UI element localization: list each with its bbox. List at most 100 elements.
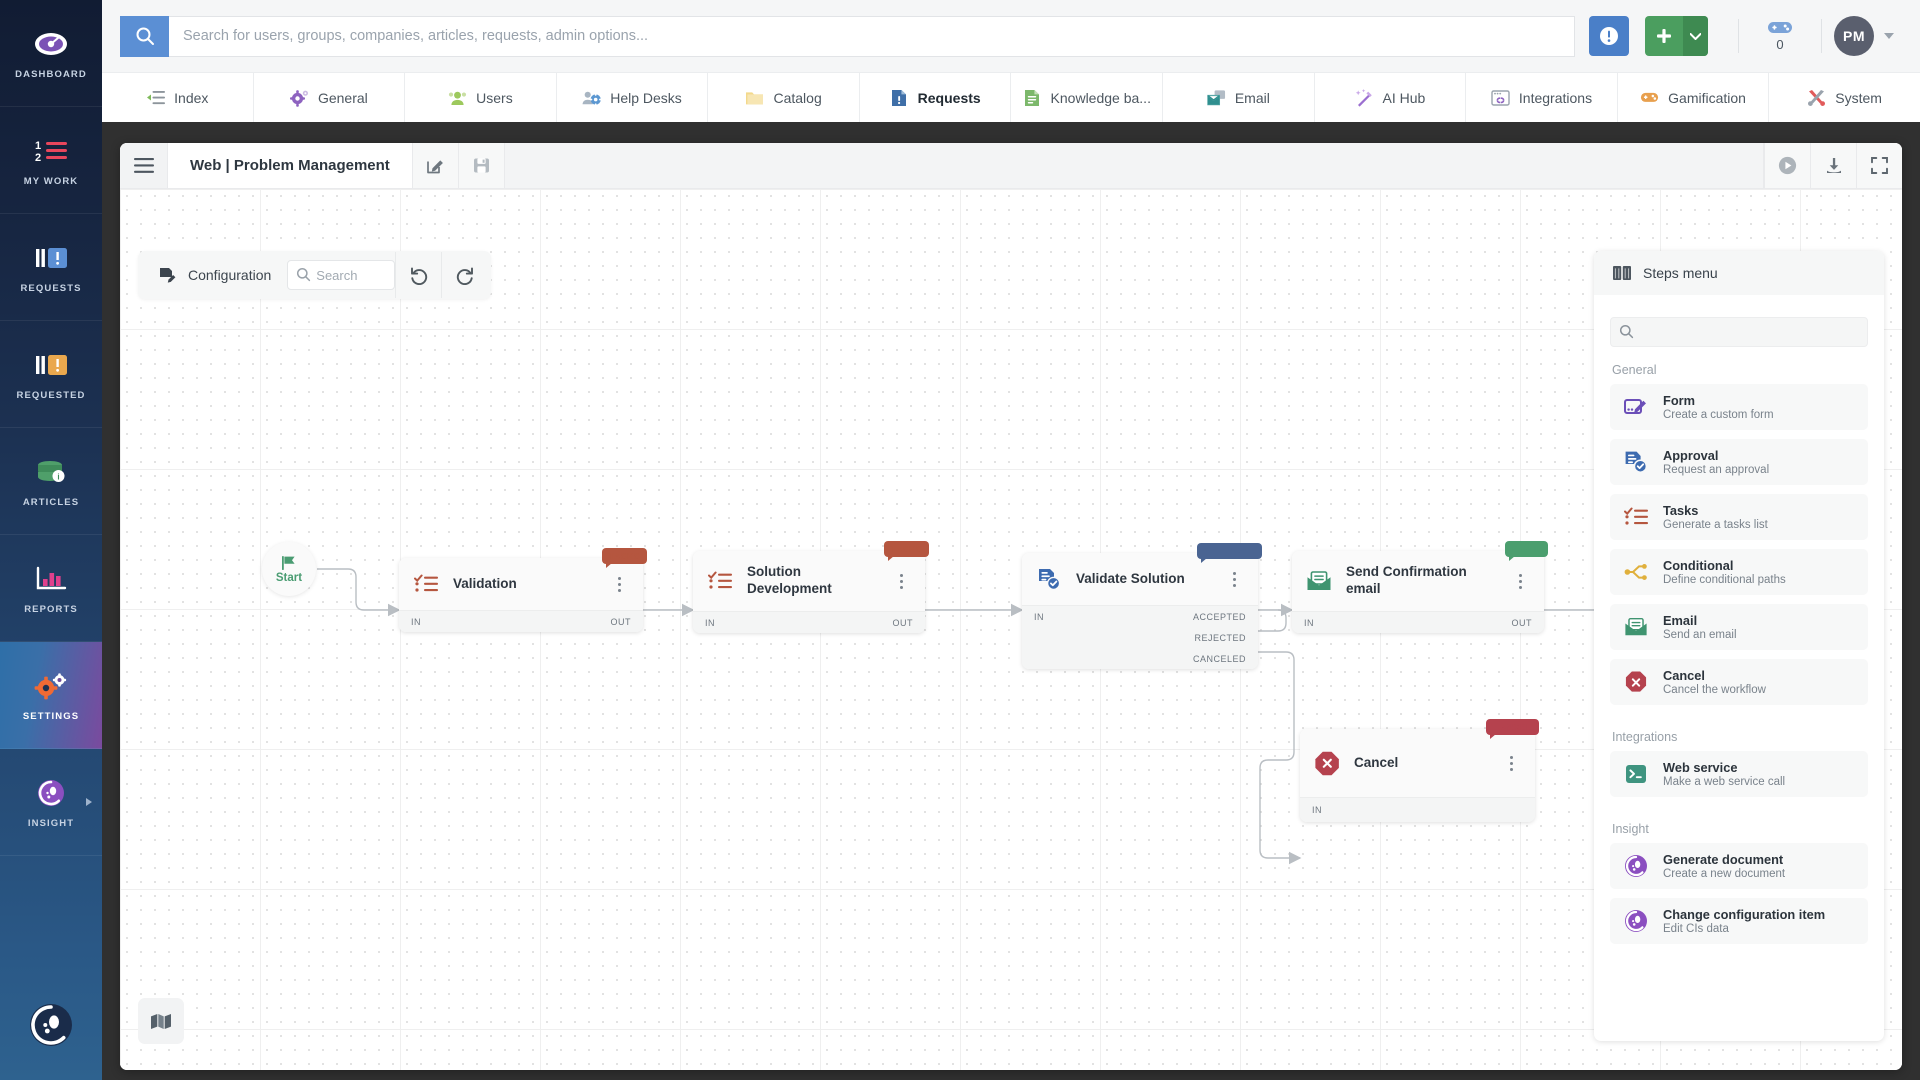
sidebar-item-requested[interactable]: REQUESTED [0,321,102,428]
avatar[interactable]: PM [1834,16,1874,56]
step-name: Change configuration item [1663,907,1826,922]
step-card-approval[interactable]: Approval Request an approval [1610,439,1868,485]
add-button[interactable] [1645,16,1708,56]
port-out-canceled[interactable]: CANCELED [1193,654,1246,664]
nav-item-catalog[interactable]: Catalog [708,72,860,123]
nav-item-knowledge-ba[interactable]: Knowledge ba... [1011,72,1164,123]
download-icon[interactable] [1810,143,1856,188]
node-menu-button[interactable] [609,576,629,592]
nav-item-help-desks[interactable]: Help Desks [557,72,709,123]
step-card-conditional[interactable]: Conditional Define conditional paths [1610,549,1868,595]
steps-search-input[interactable] [1639,324,1859,340]
svg-text:1: 1 [35,140,41,152]
global-search [120,15,1575,57]
nav-item-general[interactable]: General [254,72,406,123]
flow-canvas[interactable]: Configuration Search Start TASKS Validat… [120,189,1902,1070]
fullscreen-icon[interactable] [1856,143,1902,188]
port-in[interactable]: IN [411,617,421,627]
nav-item-requests[interactable]: Requests [860,72,1012,123]
nav-item-gamification[interactable]: Gamification [1618,72,1770,123]
step-card-tasks[interactable]: Tasks Generate a tasks list [1610,494,1868,540]
hamburger-menu-icon[interactable] [120,143,168,188]
flow-node-cancel[interactable]: CANCEL Cancel IN [1300,719,1539,822]
sidebar-item-articles[interactable]: i ARTICLES [0,428,102,535]
index-list-icon [146,88,165,107]
redo-button[interactable] [441,252,487,298]
gamification-indicator[interactable]: 0 [1751,20,1809,52]
port-in[interactable]: IN [1034,612,1044,622]
step-card-cancel[interactable]: Cancel Cancel the workflow [1610,659,1868,705]
node-tag: TASKS [601,548,647,568]
sidebar-item-dashboard[interactable]: DASHBOARD [0,0,102,107]
node-tag: CANCEL [1485,719,1539,739]
step-name: Conditional [1663,558,1734,573]
editor-title: Web | Problem Management [168,143,413,188]
sidebar-label: ARTICLES [22,497,80,508]
tasks-checklist-icon [413,571,439,597]
flow-node-send-confirmation-email[interactable]: EMAIL Send Confirmation email IN OUT [1292,541,1548,633]
node-menu-button[interactable] [1510,573,1530,589]
nav-item-system[interactable]: System [1769,73,1920,123]
nav-item-ai-hub[interactable]: AI Hub [1315,72,1467,123]
sidebar-label: REPORTS [24,604,78,615]
nav-item-label: Catalog [773,89,822,106]
chevron-down-icon[interactable] [1884,33,1894,39]
port-out-rejected[interactable]: REJECTED [1194,633,1246,643]
node-menu-button[interactable] [891,573,911,589]
play-circle-icon[interactable] [1764,143,1810,188]
canvas-search[interactable] [287,260,396,290]
step-card-web-service[interactable]: Web service Make a web service call [1610,751,1868,797]
port-out[interactable]: OUT [611,617,632,627]
configuration-label: Configuration [188,267,272,283]
port-in[interactable]: IN [1304,618,1314,628]
port-in[interactable]: IN [1312,805,1322,815]
step-card-email[interactable]: Email Send an email [1610,604,1868,650]
sidebar-item-insight[interactable]: INSIGHT [0,749,102,856]
primary-sidebar: DASHBOARD 12 MY WORK REQUESTS REQUESTED … [0,0,102,1080]
flow-node-validation[interactable]: TASKS Validation IN OUT [399,548,647,632]
nav-item-email[interactable]: Email [1163,72,1315,123]
flow-node-validate-solution[interactable]: APPROVAL Validate Solution IN ACCEPTED R… [1022,543,1262,669]
nav-item-label: Index [174,89,209,106]
nav-item-integrations[interactable]: Integrations [1466,72,1618,123]
minimap-button[interactable] [138,998,184,1044]
terminal-icon [1624,762,1648,786]
search-input[interactable] [169,15,1575,57]
node-menu-button[interactable] [1224,571,1244,587]
port-in[interactable]: IN [705,618,715,628]
sidebar-item-reports[interactable]: REPORTS [0,535,102,642]
canvas-search-input[interactable] [316,267,391,283]
node-ports: IN ACCEPTED REJECTED CANCELED [1022,605,1258,669]
step-card-generate-document[interactable]: Generate document Create a new document [1610,843,1868,889]
nav-item-index[interactable]: Index [102,72,254,123]
node-tag: EMAIL [1504,541,1548,561]
node-menu-button[interactable] [1501,755,1521,771]
steps-search[interactable] [1610,317,1868,347]
undo-button[interactable] [395,252,441,298]
sidebar-item-settings[interactable]: SETTINGS [0,642,102,749]
insight-icon [1624,909,1648,933]
flow-node-solution-development[interactable]: TASKS Solution Development IN OUT [693,541,929,633]
alerts-button[interactable] [1589,16,1629,56]
port-out[interactable]: OUT [893,618,914,628]
flag-icon [280,555,298,571]
start-node[interactable]: Start [262,542,316,596]
step-description: Make a web service call [1663,776,1786,788]
configuration-button[interactable]: Configuration [142,255,287,295]
sidebar-item-my-work[interactable]: 12 MY WORK [0,107,102,214]
sidebar-item-requests[interactable]: REQUESTS [0,214,102,321]
step-card-form[interactable]: Form Create a custom form [1610,384,1868,430]
floppy-save-icon[interactable] [458,143,505,188]
chevron-down-icon[interactable] [1683,16,1708,56]
edit-pencil-icon[interactable] [412,143,459,188]
port-out[interactable]: OUT [1512,618,1533,628]
divider [1738,19,1739,53]
nav-item-users[interactable]: Users [405,72,557,123]
steps-group-label: Insight [1612,822,1649,836]
users-icon [448,88,467,107]
nav-item-label: Integrations [1518,89,1593,106]
search-button[interactable] [120,15,169,57]
step-card-change-configuration-item[interactable]: Change configuration item Edit CIs data [1610,898,1868,944]
port-out-accepted[interactable]: ACCEPTED [1193,612,1246,622]
tasks-checklist-icon [707,568,733,594]
